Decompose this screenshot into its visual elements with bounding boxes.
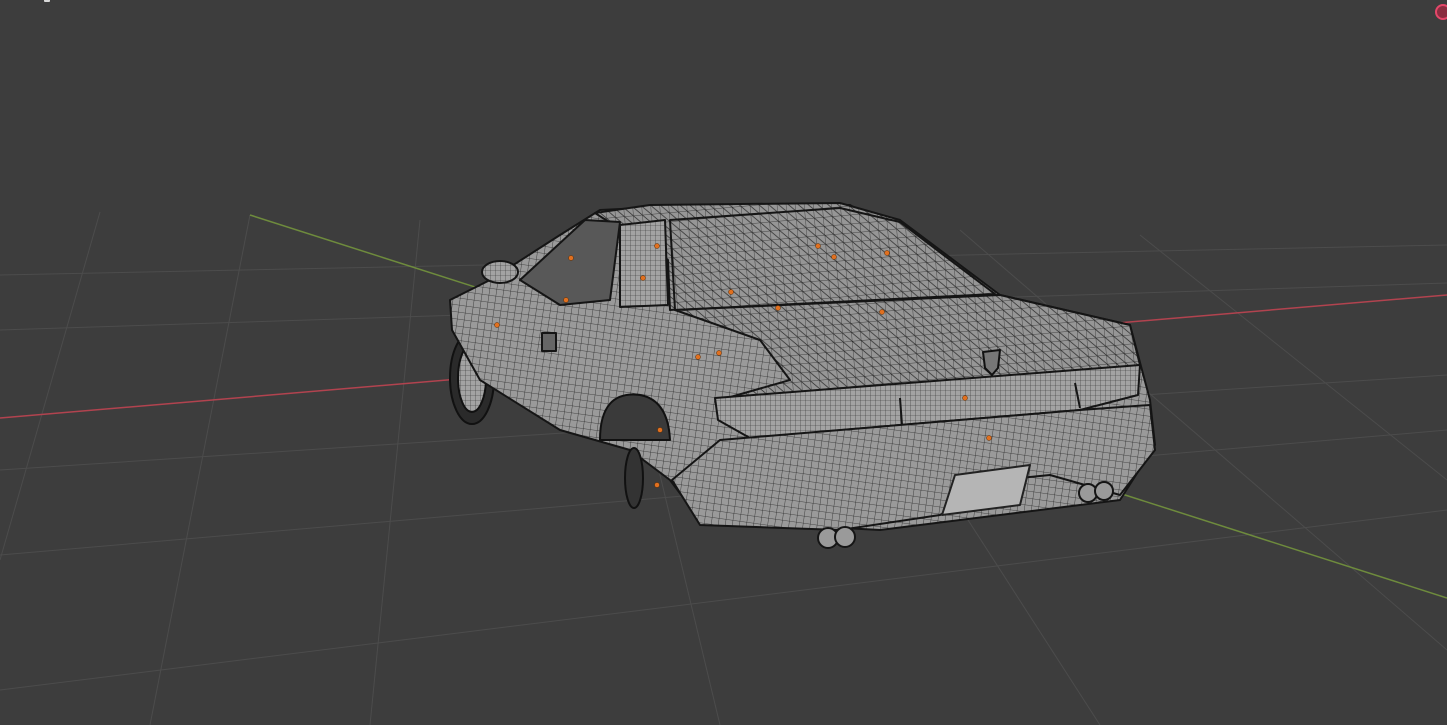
viewport-canvas[interactable]: [0, 0, 1447, 725]
3d-viewport[interactable]: [0, 0, 1447, 725]
car-mesh[interactable]: [449, 202, 1156, 549]
